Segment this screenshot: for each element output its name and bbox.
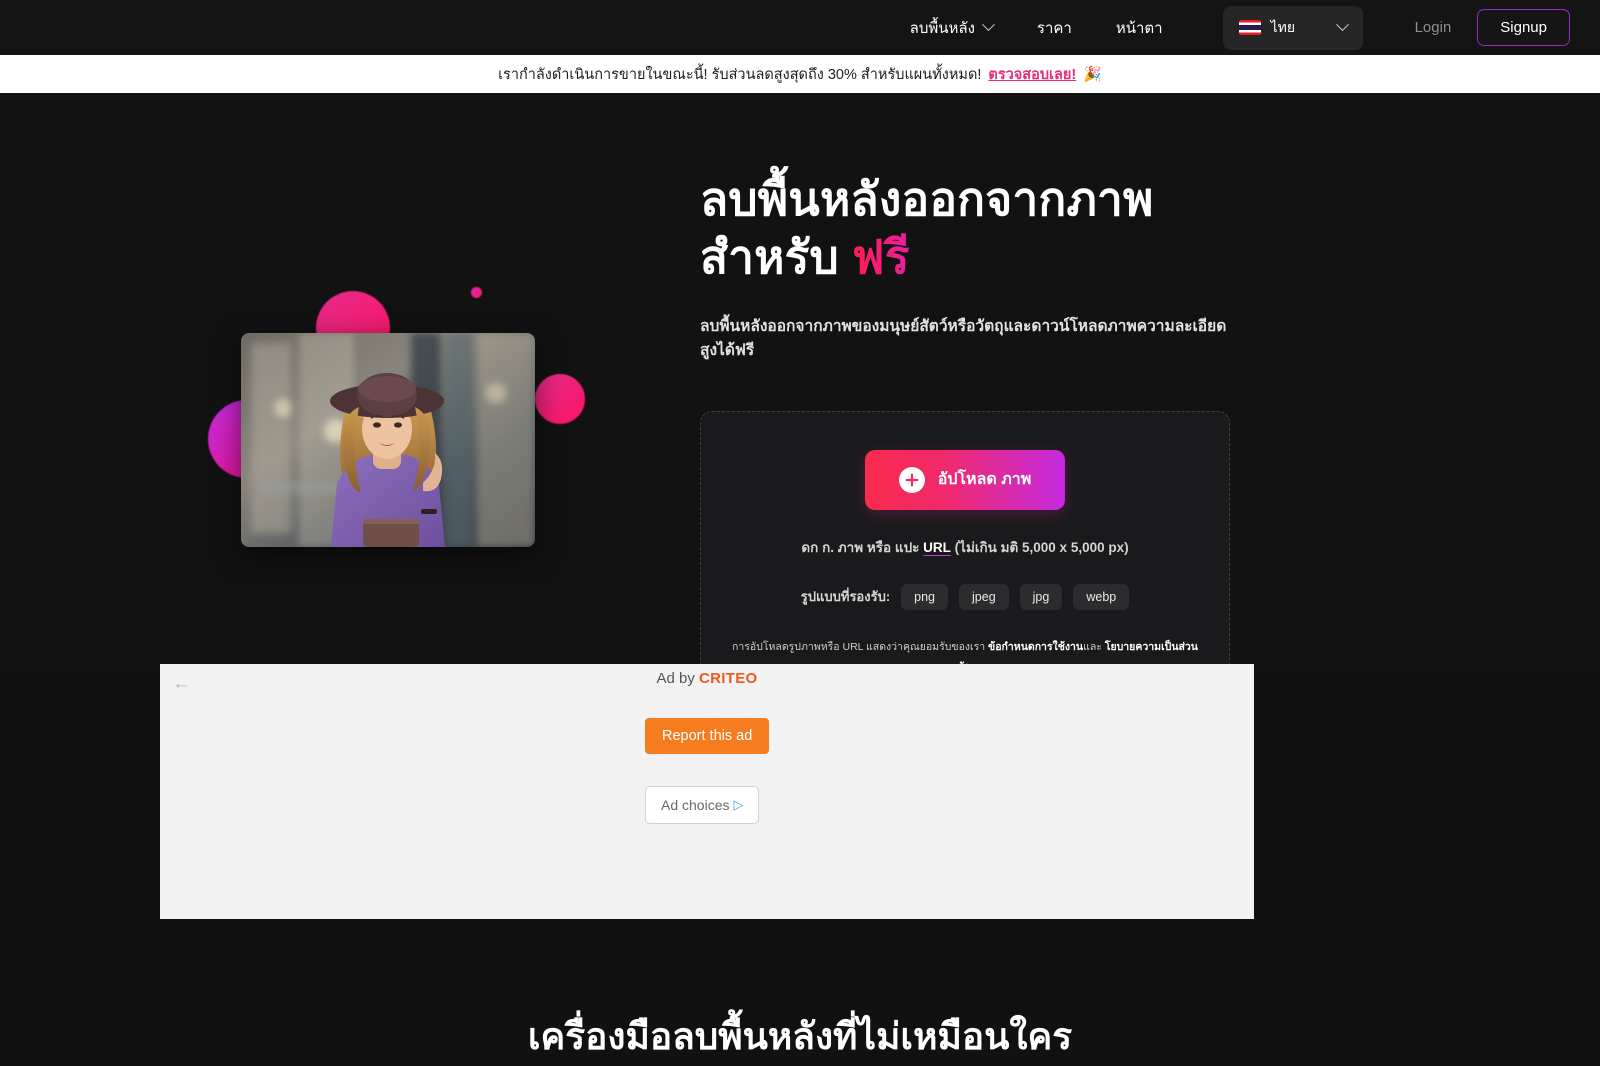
report-ad-button[interactable]: Report this ad [645, 718, 770, 754]
ad-choices-button[interactable]: Ad choices ▷ [645, 786, 760, 824]
login-button[interactable]: Login [1399, 11, 1468, 44]
nav-item-label: ลบพื้นหลัง [909, 19, 975, 37]
language-label: ไทย [1270, 18, 1296, 35]
party-popper-icon: 🎉 [1083, 66, 1102, 83]
paste-url-link[interactable]: URL [923, 540, 951, 555]
features-section-title: เครื่องมือลบพื้นหลังที่ไม่เหมือนใคร [527, 1015, 1073, 1057]
nav-item-label: หน้าตา [1115, 19, 1163, 37]
thailand-flag-icon [1238, 20, 1261, 35]
nav-item-remove-background[interactable]: ลบพื้นหลัง [888, 8, 1015, 48]
signup-button[interactable]: Signup [1477, 9, 1570, 46]
format-chip-jpg[interactable]: jpg [1019, 583, 1063, 610]
terms-prefix: การอัปโหลดรูปภาพหรือ URL แสดงว่าคุณยอมรั… [731, 640, 989, 653]
ad-choices-label: Ad choices [661, 797, 730, 813]
page-title: ลบพื้นหลังออกจากภาพ สำหรับ ฟรี [700, 171, 1240, 287]
supported-formats-label: รูปแบบที่รองรับ: [800, 589, 891, 605]
advertisement-panel: ← Ad by CRITEO Report this ad Ad choices… [160, 664, 1254, 919]
drop-hint-suffix: (ไม่เกิน มติ 5,000 x 5,000 px) [950, 539, 1129, 555]
decorative-dot-small [471, 287, 482, 298]
adchoices-icon: ▷ [733, 797, 744, 812]
hero-content: ลบพื้นหลังออกจากภาพ สำหรับ ฟรี ลบพื้นหลั… [700, 93, 1600, 709]
criteo-logo: CRITEO [699, 670, 758, 687]
hero-title-line1: ลบพื้นหลังออกจากภาพ [700, 173, 1154, 225]
language-selector[interactable]: ไทย [1222, 5, 1363, 50]
upload-button-label: อัปโหลด ภาพ [937, 471, 1032, 489]
ad-attribution: Ad by CRITEO [160, 670, 1254, 687]
promo-link[interactable]: ตรวจสอบเลย! [988, 63, 1076, 86]
nav-item-pricing[interactable]: ราคา [1015, 8, 1094, 48]
chevron-down-icon [982, 18, 995, 32]
terms-middle: และ [1083, 640, 1105, 653]
format-chip-webp[interactable]: webp [1073, 583, 1130, 610]
plus-icon [898, 466, 925, 493]
top-navigation-bar: ลบพื้นหลัง ราคา หน้าตา ไทย Login Signup [0, 0, 1600, 55]
chevron-down-icon [1335, 18, 1349, 32]
hero-title-accent: ฟรี [851, 230, 910, 283]
hero-title-line2-prefix: สำหรับ [700, 230, 852, 283]
promo-banner: เรากำลังดำเนินการขายในขณะนี้! รับส่วนลดส… [0, 55, 1600, 93]
upload-image-button[interactable]: อัปโหลด ภาพ [864, 449, 1066, 510]
hero-sample-photo [241, 333, 535, 547]
nav-links: ลบพื้นหลัง ราคา หน้าตา [888, 8, 1185, 48]
hero-visual [0, 93, 700, 666]
terms-of-use-link[interactable]: ข้อกำหนดการใช้งาน [988, 641, 1083, 653]
language-current: ไทย [1238, 17, 1296, 39]
features-section: เครื่องมือลบพื้นหลังที่ไม่เหมือนใคร [0, 940, 1600, 1066]
auth-actions: Login Signup [1399, 9, 1570, 46]
nav-item-label: ราคา [1036, 19, 1072, 37]
hero-subtitle: ลบพื้นหลังออกจากภาพของมนุษย์สัตว์หรือวัต… [700, 317, 1227, 359]
decorative-circle-right-pink [535, 374, 585, 424]
drop-or-url-hint: ดก ก. ภาพ หรือ แปะ URL (ไม่เกิน มติ 5,00… [731, 536, 1199, 558]
promo-text: เรากำลังดำเนินการขายในขณะนี้! รับส่วนลดส… [498, 66, 982, 83]
hero-section: ลบพื้นหลังออกจากภาพ สำหรับ ฟรี ลบพื้นหลั… [0, 93, 1600, 709]
supported-formats: รูปแบบที่รองรับ: png jpeg jpg webp [731, 583, 1199, 610]
format-chip-png[interactable]: png [901, 583, 949, 610]
ad-by-label: Ad by [656, 670, 700, 687]
nav-item-looks[interactable]: หน้าตา [1094, 8, 1185, 48]
drop-hint-prefix: ดก ก. ภาพ หรือ แปะ [801, 539, 924, 555]
format-chip-jpeg[interactable]: jpeg [959, 583, 1009, 610]
